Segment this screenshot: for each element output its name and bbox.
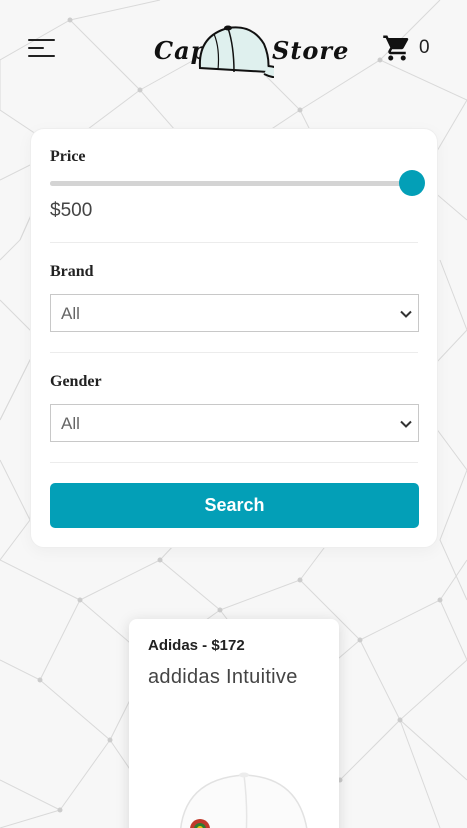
search-button[interactable]: Search bbox=[50, 483, 419, 528]
product-name: addidas Intuitive bbox=[148, 666, 298, 688]
brand-label: Brand bbox=[50, 263, 94, 280]
logo-word-store: Store bbox=[272, 36, 350, 65]
shopping-cart-icon bbox=[383, 35, 409, 61]
store-logo[interactable]: Cap Store bbox=[150, 20, 348, 80]
cart-button[interactable]: 0 bbox=[382, 32, 430, 64]
gender-label: Gender bbox=[50, 373, 102, 390]
price-label: Price bbox=[50, 148, 86, 165]
hamburger-line bbox=[28, 47, 44, 49]
cart-count: 0 bbox=[419, 37, 430, 58]
brand-select[interactable]: All bbox=[50, 294, 419, 332]
price-slider-thumb[interactable] bbox=[399, 170, 425, 196]
price-slider-track[interactable] bbox=[50, 181, 412, 186]
hamburger-line bbox=[28, 55, 55, 57]
divider bbox=[50, 242, 418, 243]
product-brand-price: Adidas - $172 bbox=[148, 637, 245, 654]
price-slider-fill bbox=[50, 181, 412, 186]
chevron-down-icon bbox=[400, 420, 412, 428]
app-header: Cap Store 0 bbox=[0, 0, 467, 96]
baseball-cap-icon bbox=[198, 25, 274, 78]
gender-select[interactable]: All bbox=[50, 404, 419, 442]
product-image-white-cap bbox=[180, 772, 308, 828]
divider bbox=[50, 352, 418, 353]
product-card[interactable]: Adidas - $172 addidas Intuitive bbox=[129, 619, 339, 828]
divider bbox=[50, 462, 418, 463]
hamburger-menu-icon bbox=[28, 39, 55, 41]
menu-button[interactable] bbox=[28, 36, 58, 60]
brand-select-value: All bbox=[61, 304, 80, 323]
chevron-down-icon bbox=[400, 310, 412, 318]
gender-select-value: All bbox=[61, 414, 80, 433]
price-value: $500 bbox=[50, 200, 93, 221]
filter-panel: Price $500 Brand All Gender All Search bbox=[30, 128, 438, 548]
